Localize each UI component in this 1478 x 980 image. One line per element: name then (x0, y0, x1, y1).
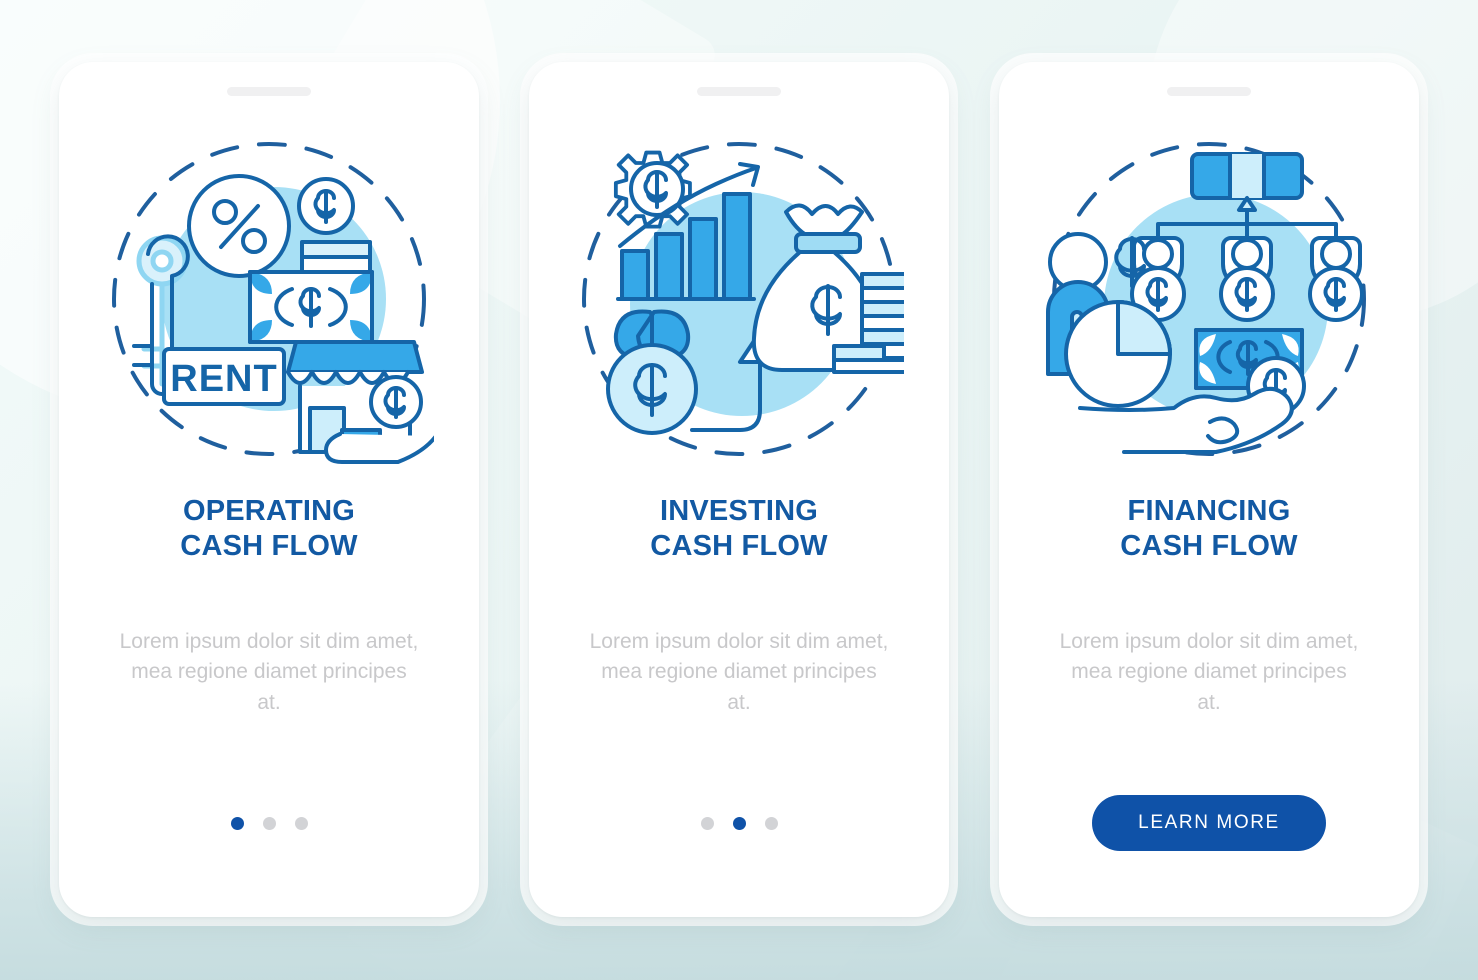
page-title: OPERATING CASH FLOW (180, 495, 358, 563)
pagination-dots[interactable] (230, 816, 308, 830)
pagination-dot-2[interactable] (732, 816, 746, 830)
screen-footer: LEARN MORE (1092, 795, 1326, 851)
page-title: INVESTING CASH FLOW (650, 495, 828, 563)
phone-screen-investing: INVESTING CASH FLOW Lorem ipsum dolor si… (529, 62, 949, 917)
learn-more-button[interactable]: LEARN MORE (1092, 795, 1326, 851)
investing-cash-flow-illustration (574, 134, 904, 464)
pagination-dot-2[interactable] (262, 816, 276, 830)
screen-footer (230, 795, 308, 851)
phone-speaker-bar (697, 87, 781, 96)
phone-screen-financing: FINANCING CASH FLOW Lorem ipsum dolor si… (999, 62, 1419, 917)
page-title: FINANCING CASH FLOW (1120, 495, 1298, 563)
phone-screen-operating: RENT OPERATING CASH FLOW Lorem ipsum dol… (59, 62, 479, 917)
svg-text:RENT: RENT (170, 358, 277, 400)
pagination-dot-1[interactable] (230, 816, 244, 830)
financing-cash-flow-illustration (1044, 134, 1374, 464)
operating-cash-flow-illustration: RENT (104, 134, 434, 464)
phone-speaker-bar (1167, 87, 1251, 96)
pagination-dot-3[interactable] (764, 816, 778, 830)
pagination-dot-1[interactable] (700, 816, 714, 830)
pagination-dots[interactable] (700, 816, 778, 830)
screen-footer (700, 795, 778, 851)
page-description: Lorem ipsum dolor sit dim amet, mea regi… (589, 629, 889, 714)
page-description: Lorem ipsum dolor sit dim amet, mea regi… (119, 629, 419, 714)
onboarding-screens-row: RENT OPERATING CASH FLOW Lorem ipsum dol… (0, 0, 1478, 980)
pagination-dot-3[interactable] (294, 816, 308, 830)
phone-speaker-bar (227, 87, 311, 96)
page-description: Lorem ipsum dolor sit dim amet, mea regi… (1059, 629, 1359, 714)
